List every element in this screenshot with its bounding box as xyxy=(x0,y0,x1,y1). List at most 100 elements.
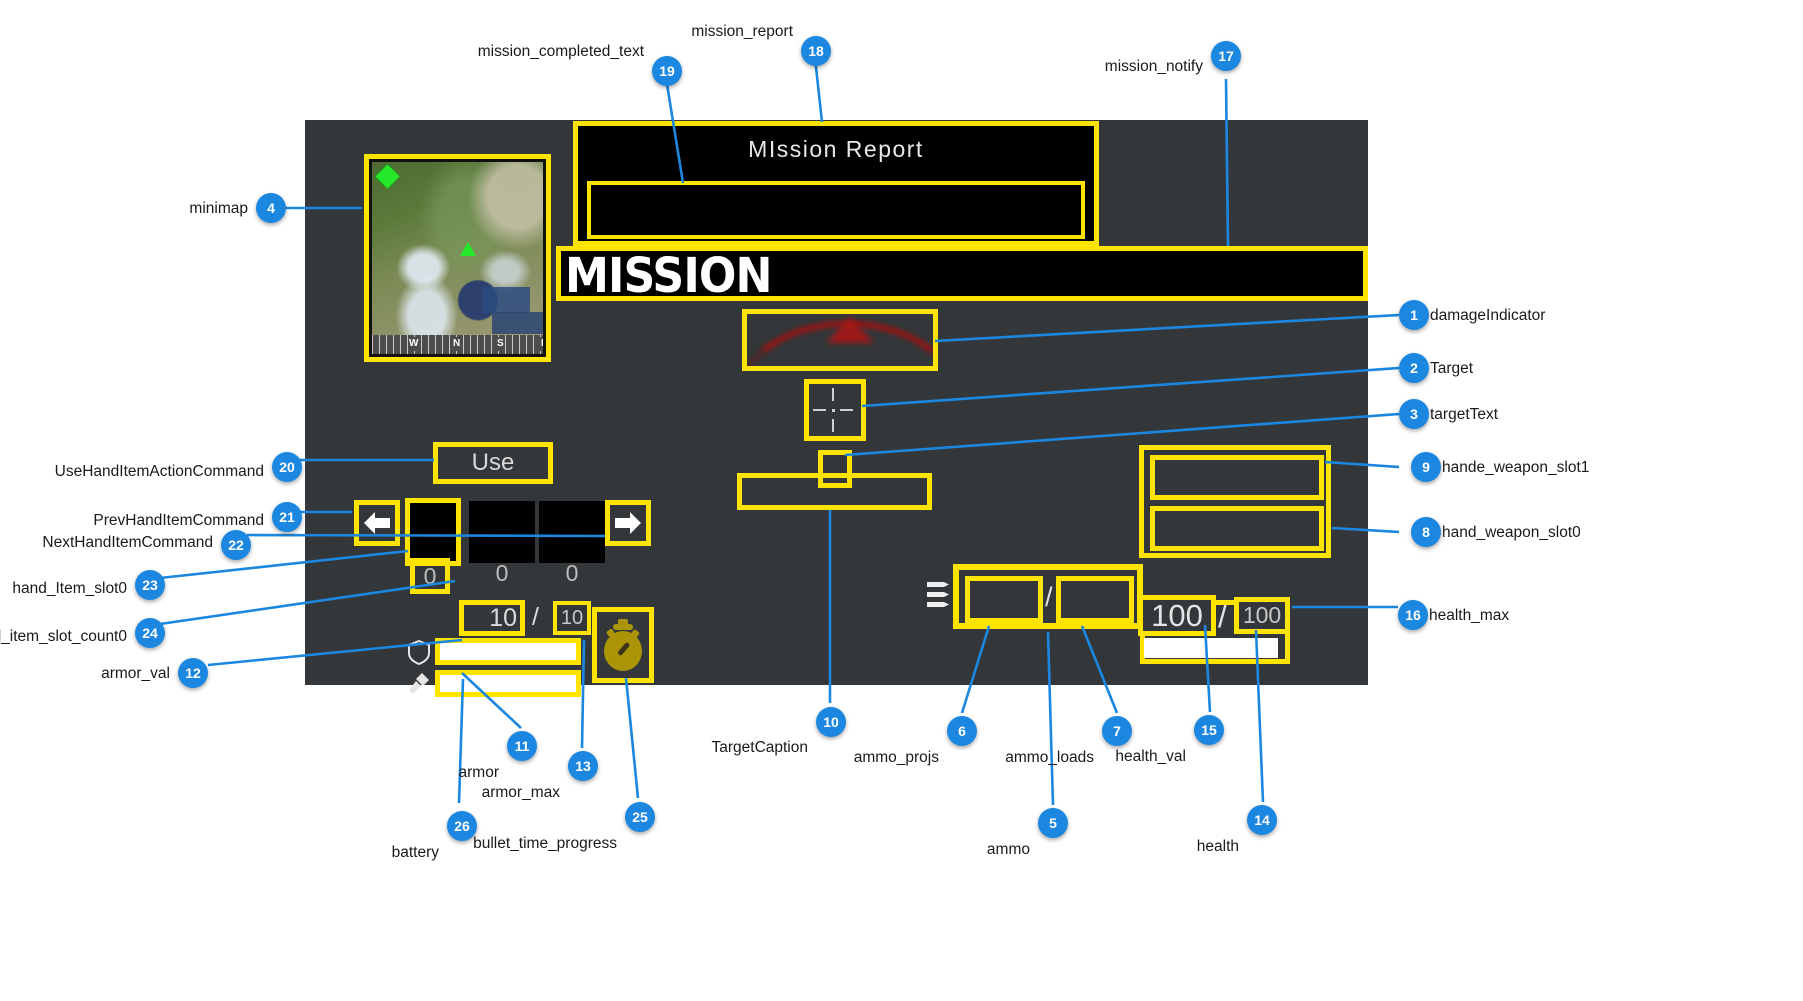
armor-separator: / xyxy=(532,603,539,631)
compass-s: S xyxy=(496,337,505,351)
minimap[interactable]: W N S E xyxy=(364,154,551,362)
damage-indicator xyxy=(742,309,938,371)
ammo-separator: / xyxy=(1045,582,1053,612)
compass-n: N xyxy=(452,337,462,351)
crosshair-icon-bottom xyxy=(832,419,834,432)
game-hud-screen: W N S E MIssion Report MISSION Use xyxy=(305,120,1368,697)
callout-badge-minimap: 4 xyxy=(256,193,286,223)
arrow-left-icon xyxy=(364,512,390,534)
callout-label-PrevHandItemCommand: PrevHandItemCommand xyxy=(93,512,264,529)
mission-notify-text: MISSION xyxy=(565,248,772,304)
hand-item-slot-count2: 0 xyxy=(565,560,579,586)
callout-badge-TargetCaption: 10 xyxy=(816,707,846,737)
callout-badge-mission_completed_text: 19 xyxy=(652,56,682,86)
callout-badge-bullet_time_progress: 25 xyxy=(625,802,655,832)
callout-badge-damageIndicator: 1 xyxy=(1399,300,1429,330)
callout-badge-targetText: 3 xyxy=(1399,399,1429,429)
hand-weapon-slot0[interactable] xyxy=(1150,506,1324,551)
mission-report-title: MIssion Report xyxy=(748,136,924,162)
battery-bar xyxy=(435,670,581,697)
callout-label-hand_weapon_slot0: hand_weapon_slot0 xyxy=(1442,524,1581,541)
mission-notify-panel: MISSION xyxy=(556,246,1368,304)
prev-hand-item-command[interactable] xyxy=(354,500,400,546)
callout-badge-NextHandItemCommand: 22 xyxy=(221,530,251,560)
callout-label-health_val: health_val xyxy=(1115,748,1186,765)
callout-badge-ammo: 5 xyxy=(1038,808,1068,838)
callout-label-mission_completed_text: mission_completed_text xyxy=(477,43,644,60)
compass-e: E xyxy=(540,337,543,351)
arrow-right-icon xyxy=(615,512,641,534)
callout-label-NextHandItemCommand: NextHandItemCommand xyxy=(42,534,213,551)
ammo: / xyxy=(953,564,1143,629)
mission-completed-text xyxy=(587,181,1085,239)
hand-item-slot2[interactable] xyxy=(539,501,605,563)
callout-label-hand_item_slot_count0: hand_item_slot_count0 xyxy=(0,628,127,645)
callout-label-minimap: minimap xyxy=(189,200,248,217)
hand-weapon-slots xyxy=(1139,445,1331,558)
health-max: 100 xyxy=(1234,597,1290,634)
minimap-terrain xyxy=(372,162,543,354)
flashlight-icon xyxy=(409,673,429,694)
callout-badge-mission_notify: 17 xyxy=(1211,41,1241,71)
callout-badge-mission_report: 18 xyxy=(801,36,831,66)
health-val: 100 xyxy=(1138,595,1216,636)
callout-badge-armor_max: 13 xyxy=(568,751,598,781)
callout-badge-health: 14 xyxy=(1247,805,1277,835)
shield-icon xyxy=(408,639,430,665)
minimap-region-b xyxy=(492,312,543,334)
callout-badge-Target: 2 xyxy=(1399,353,1429,383)
minimap-region-a xyxy=(482,287,530,313)
callout-badge-ammo_loads: 7 xyxy=(1102,716,1132,746)
callout-badge-PrevHandItemCommand: 21 xyxy=(272,502,302,532)
callout-label-targetText: targetText xyxy=(1430,406,1499,423)
callout-label-UseHandItemActionCommand: UseHandItemActionCommand xyxy=(54,463,264,480)
use-hand-item-action-command[interactable]: Use xyxy=(433,442,553,484)
callout-label-damageIndicator: damageIndicator xyxy=(1430,307,1546,324)
callout-label-ammo_projs: ammo_projs xyxy=(853,749,939,766)
callout-badge-armor: 11 xyxy=(507,731,537,761)
callout-badge-hand_Item_slot0: 23 xyxy=(135,570,165,600)
crosshair-icon-right xyxy=(840,409,853,411)
mission-report-panel: MIssion Report xyxy=(573,121,1099,246)
callout-badge-health_val: 15 xyxy=(1194,715,1224,745)
armor-bar xyxy=(435,638,581,665)
callout-badge-battery: 26 xyxy=(447,811,477,841)
callout-label-armor_max: armor_max xyxy=(481,784,560,801)
minimap-compass: W N S E xyxy=(372,335,543,354)
health-separator: / xyxy=(1218,599,1227,634)
callout-label-hand_Item_slot0: hand_Item_slot0 xyxy=(12,580,127,597)
next-hand-item-command[interactable] xyxy=(605,500,651,546)
callout-label-mission_notify: mission_notify xyxy=(1104,58,1203,75)
callout-label-health_max: health_max xyxy=(1429,607,1510,624)
damage-arc-peak xyxy=(826,317,874,343)
compass-w: W xyxy=(408,337,420,351)
armor-bar-fill xyxy=(440,643,576,660)
ammo-loads xyxy=(1056,576,1134,623)
hand-item-slot-count0: 0 xyxy=(410,558,450,594)
callout-badge-hand_item_slot_count0: 24 xyxy=(135,618,165,648)
crosshair-icon-top xyxy=(832,388,834,401)
armor-max: 10 xyxy=(553,601,591,635)
battery-bar-fill xyxy=(440,675,576,692)
hand-item-slot-count1: 0 xyxy=(495,560,509,586)
callout-badge-ammo_projs: 6 xyxy=(947,716,977,746)
armor-val: 10 xyxy=(459,600,525,636)
callout-badge-hand_weapon_slot0: 8 xyxy=(1411,517,1441,547)
hand-weapon-slot1[interactable] xyxy=(1150,455,1324,500)
crosshair-icon-left xyxy=(813,409,826,411)
bullets-icon xyxy=(927,582,949,607)
callout-label-health: health xyxy=(1196,838,1239,855)
callout-label-mission_report: mission_report xyxy=(691,23,793,40)
callout-badge-armor_val: 12 xyxy=(178,658,208,688)
ammo-projs xyxy=(965,576,1043,623)
callout-badge-hande_weapon_slot1: 9 xyxy=(1411,452,1441,482)
stopwatch-icon xyxy=(604,619,642,671)
callout-label-bullet_time_progress: bullet_time_progress xyxy=(473,835,617,852)
callout-label-ammo: ammo xyxy=(986,841,1030,858)
hand-item-slot0[interactable] xyxy=(405,498,461,566)
callout-badge-UseHandItemActionCommand: 20 xyxy=(272,452,302,482)
hand-item-slot1[interactable] xyxy=(469,501,535,563)
callout-label-armor: armor xyxy=(458,764,499,781)
callout-label-hande_weapon_slot1: hande_weapon_slot1 xyxy=(1442,459,1590,476)
callout-label-TargetCaption: TargetCaption xyxy=(711,739,808,756)
